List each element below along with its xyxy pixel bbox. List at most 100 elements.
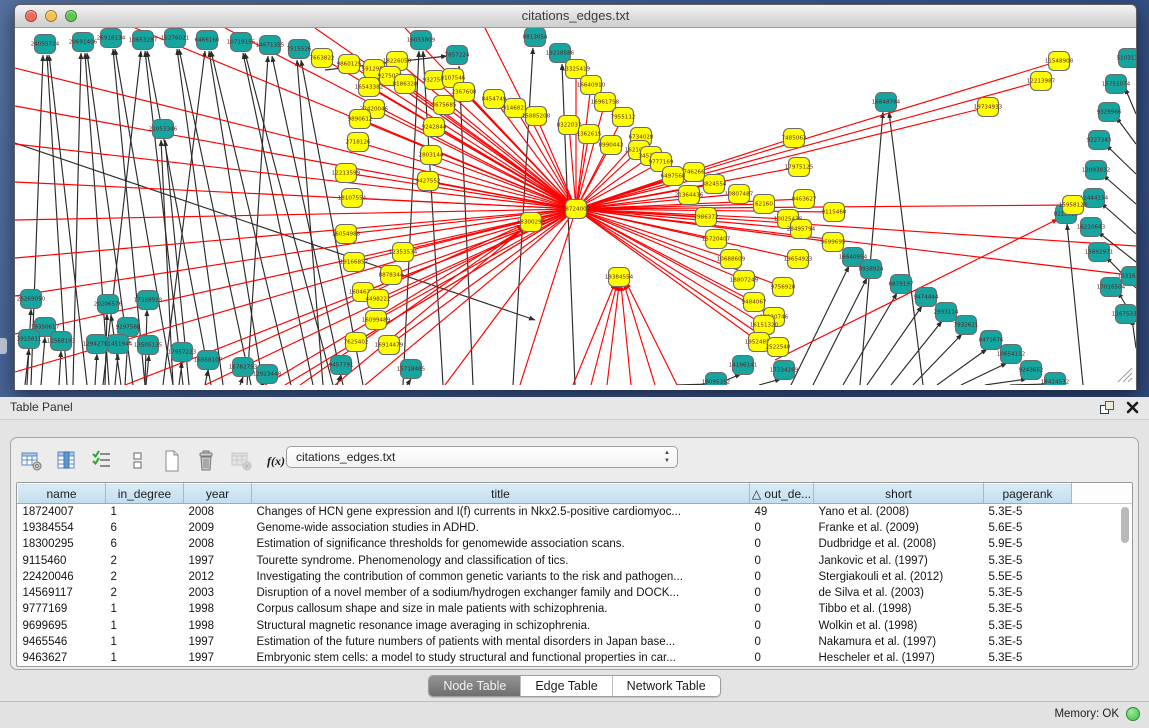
graph-node[interactable]: 8186328 [393, 75, 418, 94]
minimize-button[interactable] [45, 10, 57, 22]
table-cell[interactable]: 18724007 [18, 504, 106, 520]
graph-node[interactable]: 19166857 [340, 253, 369, 272]
graph-node[interactable]: 17334269 [770, 361, 799, 380]
graph-node[interactable]: 16914479 [375, 336, 404, 355]
graph-node[interactable]: 3915811 [17, 330, 42, 349]
graph-node[interactable]: 6879197 [889, 275, 914, 294]
graph-node[interactable]: 15718485 [397, 360, 426, 379]
graph-node[interactable]: 16640910 [577, 76, 606, 95]
graph-node[interactable]: 10688609 [717, 250, 746, 269]
network-canvas[interactable]: 1872400724055724206914062691813410653287… [15, 28, 1136, 385]
table-row[interactable]: 1938455462009Genome-wide association stu… [18, 520, 1133, 536]
table-cell[interactable]: Corpus callosum shape and size in male p… [252, 601, 750, 617]
table-cell[interactable]: 1998 [184, 601, 252, 617]
graph-node[interactable]: 7625402 [344, 333, 369, 352]
graph-node[interactable]: 7857224 [445, 46, 470, 65]
graph-node[interactable]: 15885208 [522, 107, 551, 126]
citation-edge-black[interactable] [1116, 117, 1136, 144]
table-cell[interactable]: Hescheler et al. (1997) [814, 650, 984, 666]
graph-node[interactable]: 16053809 [407, 31, 436, 50]
graph-node[interactable]: 24055724 [31, 35, 60, 54]
graph-node[interactable]: 3824554 [702, 175, 727, 194]
table-cell[interactable]: Genome-wide association studies in ADHD. [252, 520, 750, 536]
network-graph-svg[interactable]: 1872400724055724206914062691813410653287… [15, 28, 1136, 385]
graph-node[interactable]: 16054988 [332, 225, 361, 244]
table-cell[interactable]: 9465546 [18, 634, 106, 650]
table-cell[interactable]: 1 [106, 618, 184, 634]
table-cell[interactable]: 2 [106, 569, 184, 585]
graph-node[interactable]: 12213599 [332, 164, 361, 183]
new-table-icon[interactable] [161, 450, 183, 472]
graph-node[interactable]: 20691406 [69, 33, 98, 52]
resize-grip-icon[interactable] [1128, 378, 1132, 382]
graph-node[interactable]: 12923448 [253, 365, 282, 384]
graph-node[interactable]: 10653287 [129, 31, 158, 50]
table-cell[interactable]: 2009 [184, 520, 252, 536]
graph-node[interactable]: 2803144 [419, 146, 444, 165]
graph-node[interactable]: 13505135 [134, 336, 163, 355]
column-header-out_degree[interactable]: △ out_de... [750, 484, 814, 504]
citation-edge-black[interactable] [937, 349, 987, 385]
graph-node[interactable]: 9463627 [792, 190, 817, 209]
citation-edge-black[interactable] [205, 370, 208, 385]
graph-node[interactable]: 8813054 [523, 28, 548, 47]
graph-node[interactable]: 16958107 [194, 351, 223, 370]
citation-edge-black[interactable] [146, 355, 149, 385]
graph-node[interactable]: 8990443 [599, 136, 624, 155]
graph-node[interactable]: 19654923 [784, 250, 813, 269]
graph-node[interactable]: 8471676 [979, 331, 1004, 350]
graph-node[interactable]: 17975125 [785, 158, 814, 177]
citation-edge-red[interactable] [626, 282, 677, 385]
citation-edge-red[interactable] [624, 284, 655, 385]
citation-edge-black[interactable] [791, 266, 849, 385]
graph-node[interactable]: 12353534 [389, 243, 418, 262]
table-row[interactable]: 946554611997Estimation of the future num… [18, 634, 1133, 650]
table-row[interactable]: 1872400712008Changes of HCN gene express… [18, 504, 1133, 520]
graph-node[interactable]: 16210643 [1077, 218, 1106, 237]
tab-network-table[interactable]: Network Table [612, 676, 720, 696]
citation-edge-red[interactable] [15, 209, 576, 334]
table-row[interactable]: 911546021997Tourette syndrome. Phenomeno… [18, 552, 1133, 568]
tab-node-table[interactable]: Node Table [429, 676, 520, 696]
graph-node[interactable]: 18107554 [338, 189, 367, 208]
graph-node[interactable]: 25269050 [17, 290, 46, 309]
citation-edge-red[interactable] [434, 127, 576, 209]
graph-node[interactable]: 16648784 [872, 93, 901, 112]
table-cell[interactable]: Yano et al. (2008) [814, 504, 984, 520]
column-header-in_degree[interactable]: in_degree [106, 484, 184, 504]
table-row[interactable]: 946362711997Embryonic stem cells: a mode… [18, 650, 1133, 666]
citation-edge-black[interactable] [860, 112, 883, 385]
graph-node[interactable]: 9329966 [1097, 103, 1122, 122]
graph-node[interactable]: 15276021 [161, 29, 190, 48]
graph-node[interactable]: 8938924 [859, 260, 884, 279]
table-cell[interactable]: 1997 [184, 634, 252, 650]
table-cell[interactable]: 5.3E-5 [984, 504, 1072, 520]
graph-node[interactable]: 9484067 [742, 293, 767, 312]
graph-node[interactable]: 18424532 [1041, 373, 1069, 386]
graph-node[interactable]: 16151320 [750, 316, 779, 335]
table-cell[interactable]: 0 [750, 569, 814, 585]
table-cell[interactable]: Dudbridge et al. (2008) [814, 536, 984, 552]
table-cell[interactable]: 2008 [184, 536, 252, 552]
table-cell[interactable]: 5.9E-5 [984, 536, 1072, 552]
citation-edge-red[interactable] [205, 209, 576, 385]
resize-grip-icon[interactable] [1123, 373, 1132, 382]
table-cell[interactable]: 0 [750, 585, 814, 601]
table-cell[interactable]: 2003 [184, 585, 252, 601]
table-cell[interactable]: Jankovic et al. (1997) [814, 552, 984, 568]
graph-node[interactable]: 7515526 [287, 40, 312, 59]
graph-node[interactable]: 9297588 [116, 318, 141, 337]
citation-edge-black[interactable] [59, 351, 61, 385]
graph-node[interactable]: 9474444 [914, 288, 939, 307]
citation-edge-black[interactable] [407, 379, 411, 385]
function-icon[interactable]: f(x) [266, 450, 288, 472]
table-row[interactable]: 977716911998Corpus callosum shape and si… [18, 601, 1133, 617]
select-rows-icon[interactable] [91, 450, 113, 472]
table-cell[interactable]: Franke et al. (2009) [814, 520, 984, 536]
citation-edge-black[interactable] [1106, 145, 1136, 174]
network-window[interactable]: citations_edges.txt 18724007240557242069… [14, 4, 1137, 390]
table-cell[interactable]: 2012 [184, 569, 252, 585]
table-select-dropdown[interactable]: citations_edges.txt ▲▼ [286, 446, 678, 468]
graph-node[interactable]: 18300295 [517, 213, 546, 232]
table-cell[interactable]: 6 [106, 536, 184, 552]
